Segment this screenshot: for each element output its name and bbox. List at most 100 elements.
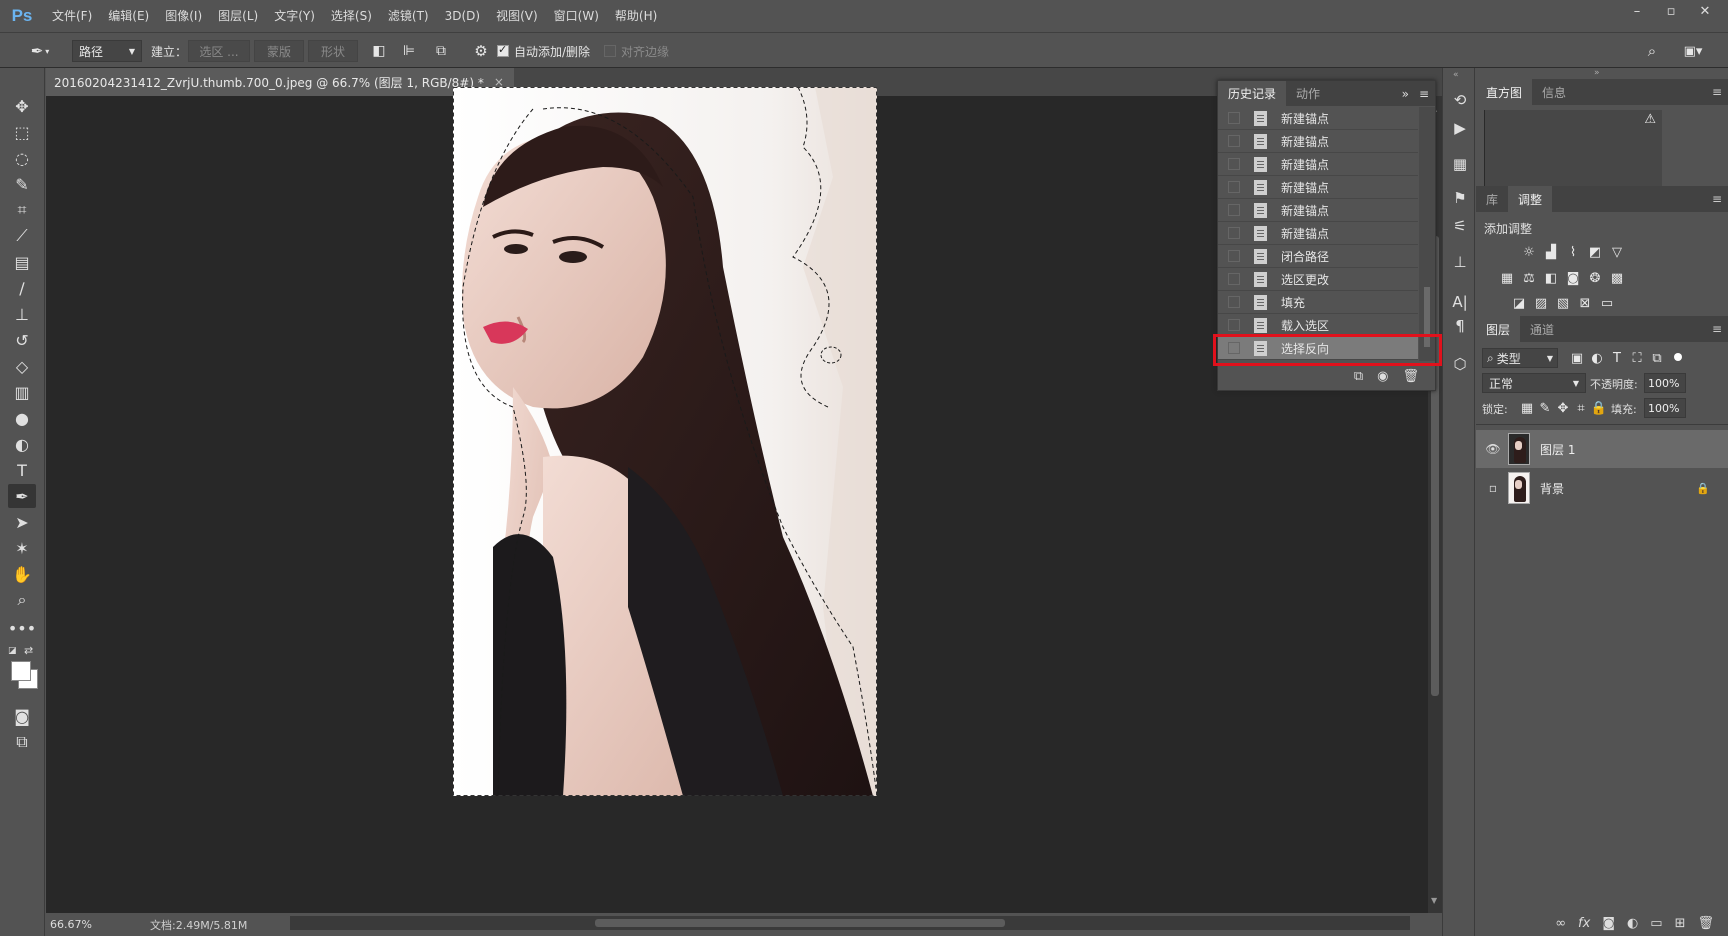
search-icon[interactable]: ⌕ [1642,40,1662,62]
levels-icon[interactable]: ▟ [1542,245,1560,260]
quick-mask-icon[interactable]: ◙ [8,704,36,728]
align-edges-checkbox[interactable]: 对齐边缘 [604,40,669,62]
photo-filter-icon[interactable]: ◙ [1564,271,1582,286]
history-source-checkbox[interactable] [1228,181,1240,193]
history-source-checkbox[interactable] [1228,112,1240,124]
menu-help[interactable]: 帮助(H) [607,0,665,32]
black-white-icon[interactable]: ◧ [1542,271,1560,286]
brush-settings-icon[interactable]: ⚟ [1448,214,1472,238]
close-button[interactable]: ✕ [1688,0,1722,22]
marquee-tool-icon[interactable]: ⬚ [8,120,36,144]
default-colors-icon[interactable]: ◪ [8,646,18,656]
make-shape-button[interactable]: 形状 [308,40,358,62]
new-layer-icon[interactable]: ⊞ [1675,916,1686,931]
path-selection-tool-icon[interactable]: ➤ [8,510,36,534]
menu-window[interactable]: 窗口(W) [546,0,607,32]
tab-actions[interactable]: 动作 [1286,81,1330,106]
history-item[interactable]: 新建锚点 [1218,176,1418,199]
path-arrangement-icon[interactable]: ⧉ [430,40,452,62]
pen-tool-icon[interactable]: ✒ [8,484,36,508]
eye-hidden-icon[interactable]: ▫ [1482,481,1504,495]
menu-filter[interactable]: 滤镜(T) [380,0,437,32]
history-item[interactable]: 新建锚点 [1218,222,1418,245]
pen-tool-preset-icon[interactable]: ✒ ▾ [22,40,58,62]
path-operations-icon[interactable]: ◧ [368,40,390,62]
collapse-dock-icon[interactable]: » [1594,68,1600,78]
posterize-icon[interactable]: ▨ [1532,296,1550,311]
hue-saturation-icon[interactable]: ▦ [1498,271,1516,286]
history-brush-tool-icon[interactable]: ↺ [8,328,36,352]
lock-transparent-icon[interactable]: ▦ [1518,401,1536,416]
history-source-checkbox[interactable] [1228,250,1240,262]
filter-toggle-icon[interactable] [1674,353,1682,361]
workspace-switcher-icon[interactable]: ▣▾ [1676,40,1710,62]
panel-menu-icon[interactable]: ≡ [1413,81,1435,106]
invert-icon[interactable]: ◪ [1510,296,1528,311]
threshold-icon[interactable]: ▧ [1554,296,1572,311]
menu-type[interactable]: 文字(Y) [266,0,323,32]
history-source-checkbox[interactable] [1228,319,1240,331]
trash-icon[interactable]: 🗑 [1402,369,1419,384]
tab-history[interactable]: 历史记录 [1218,81,1287,106]
brush-tool-icon[interactable]: ∕ [8,276,36,300]
blend-mode-select[interactable]: 正常 ▼ [1482,373,1586,393]
gradient-map-icon[interactable]: ▭ [1598,296,1616,311]
tab-adjustments[interactable]: 调整 [1508,186,1553,212]
panel-menu-icon[interactable]: ≡ [1712,322,1722,336]
menu-file[interactable]: 文件(F) [44,0,100,32]
tab-layers[interactable]: 图层 [1476,316,1521,342]
history-source-checkbox[interactable] [1228,204,1240,216]
minimize-button[interactable]: – [1620,0,1654,22]
layer-name[interactable]: 背景 [1540,480,1564,497]
horizontal-scroll-thumb[interactable] [595,919,1005,927]
eraser-tool-icon[interactable]: ◇ [8,354,36,378]
warning-icon[interactable]: ⚠ [1644,112,1656,127]
auto-add-delete-checkbox[interactable]: 自动添加/删除 [497,40,590,62]
blur-tool-icon[interactable]: ● [8,406,36,430]
layer-row-selected[interactable]: 👁 图层 1 [1476,430,1728,468]
collapse-strip-icon[interactable]: « [1453,70,1459,80]
gradient-tool-icon[interactable]: ▥ [8,380,36,404]
brightness-contrast-icon[interactable]: ☼ [1520,245,1538,260]
history-source-checkbox[interactable] [1228,227,1240,239]
history-item[interactable]: 闭合路径 [1218,245,1418,268]
filter-smart-object-icon[interactable]: ⧉ [1648,351,1666,366]
history-source-checkbox[interactable] [1228,158,1240,170]
lock-artboard-icon[interactable]: ⌗ [1572,401,1590,416]
restore-button[interactable]: ▫ [1654,0,1688,22]
lock-position-icon[interactable]: ✥ [1554,401,1572,416]
fill-input[interactable]: 100% [1644,398,1686,418]
swap-colors-icon[interactable]: ⇄ [24,644,33,657]
lock-all-icon[interactable]: 🔒 [1590,401,1608,416]
actions-play-icon[interactable]: ▶ [1448,116,1472,140]
screen-mode-icon[interactable]: ⧉ [8,730,36,754]
collapse-panel-icon[interactable]: » [1398,81,1413,106]
tab-histogram[interactable]: 直方图 [1476,79,1533,105]
menu-view[interactable]: 视图(V) [488,0,546,32]
opacity-input[interactable]: 100% [1644,373,1686,393]
tab-libraries[interactable]: 库 [1476,186,1508,212]
clone-source-icon[interactable]: ⊥ [1448,250,1472,274]
document-tab[interactable]: 20160204231412_ZvrjU.thumb.700_0.jpeg @ … [46,68,514,96]
history-item[interactable]: 新建锚点 [1218,199,1418,222]
tab-info[interactable]: 信息 [1532,79,1576,105]
menu-layer[interactable]: 图层(L) [210,0,266,32]
zoom-tool-icon[interactable]: ⌕ [8,588,36,612]
color-balance-icon[interactable]: ⚖ [1520,271,1538,286]
pen-mode-select[interactable]: 路径 ▼ [72,40,142,62]
menu-edit[interactable]: 编辑(E) [100,0,157,32]
lasso-tool-icon[interactable]: ◌ [8,146,36,170]
dodge-tool-icon[interactable]: ◐ [8,432,36,456]
history-source-checkbox[interactable] [1228,273,1240,285]
history-item[interactable]: 选区更改 [1218,268,1418,291]
eye-icon[interactable]: 👁 [1482,442,1504,456]
history-scrollbar[interactable] [1419,107,1435,361]
curves-icon[interactable]: ⌇ [1564,245,1582,260]
make-selection-button[interactable]: 选区 ... [188,40,250,62]
hand-tool-icon[interactable]: ✋ [8,562,36,586]
mask-icon[interactable]: ◙ [1602,916,1615,931]
layer-filter-select[interactable]: ⌕ 类型 ▼ [1482,348,1558,368]
zoom-level[interactable]: 66.67% [50,918,120,931]
make-mask-button[interactable]: 蒙版 [254,40,304,62]
history-item[interactable]: 新建锚点 [1218,107,1418,130]
